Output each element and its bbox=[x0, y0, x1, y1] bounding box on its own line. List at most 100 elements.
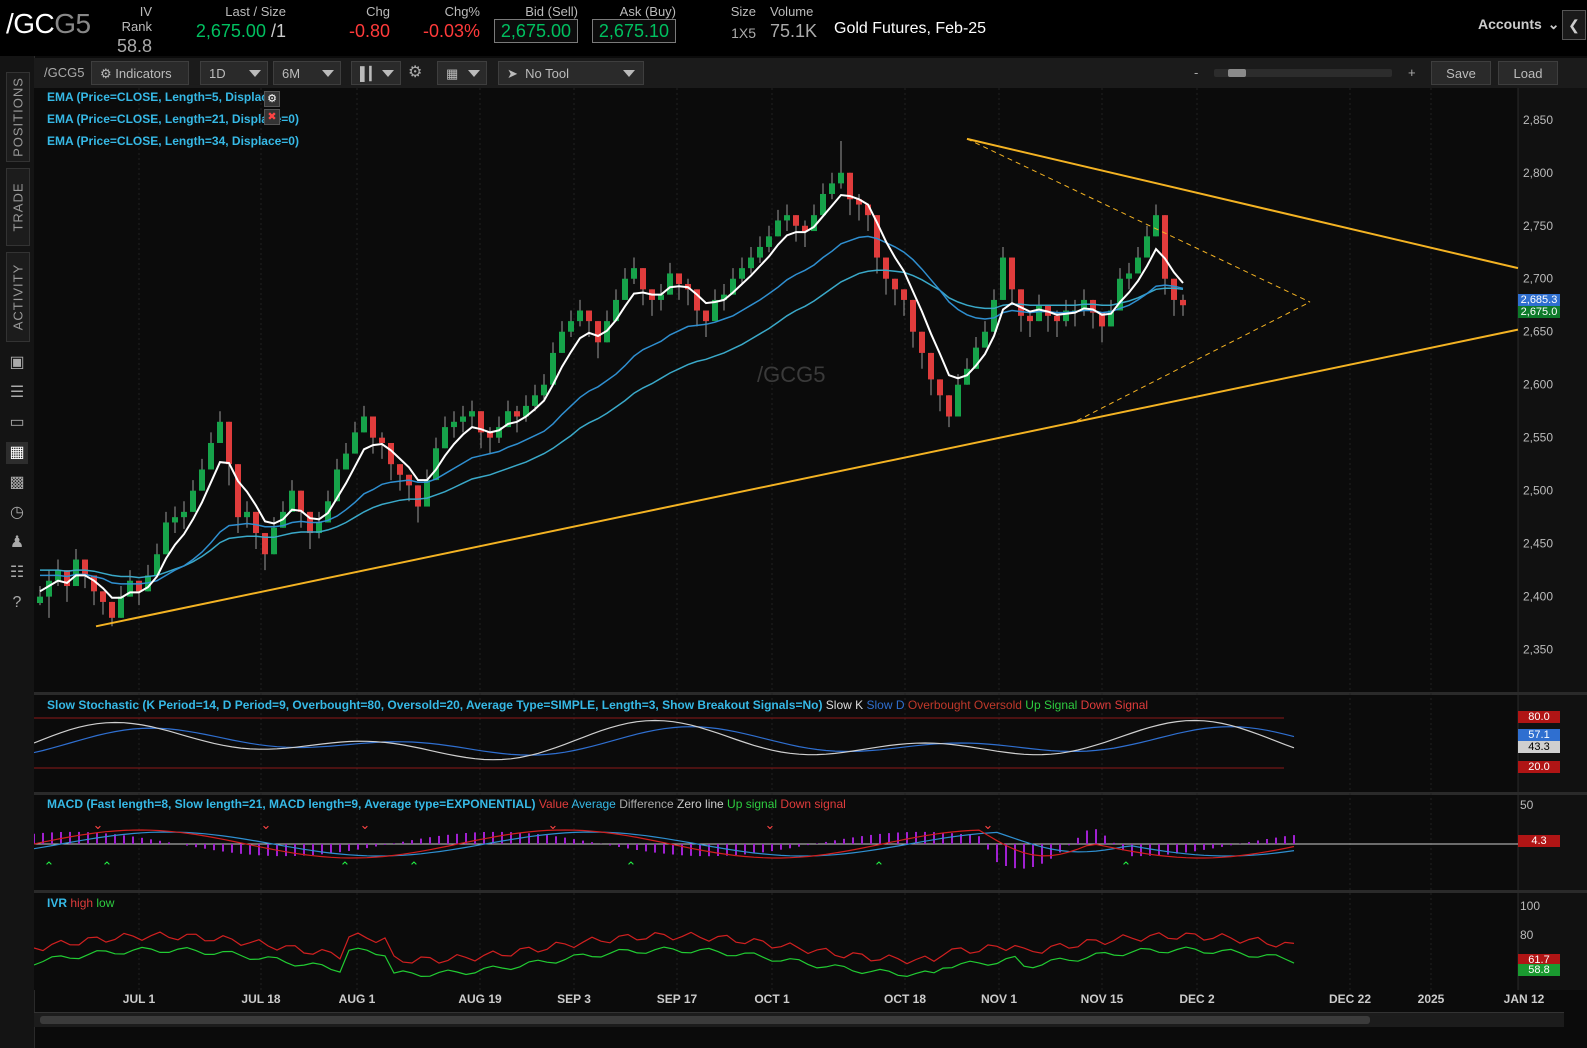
drawing-tool-select[interactable]: ➤ No Tool bbox=[498, 61, 644, 85]
panel-divider bbox=[34, 890, 1587, 893]
indicators-button[interactable]: ⚙ Indicators bbox=[91, 61, 189, 85]
candle-body bbox=[37, 596, 43, 603]
instrument-description: Gold Futures, Feb-25 bbox=[834, 20, 987, 37]
candle-body bbox=[1180, 299, 1186, 306]
candle-body bbox=[982, 331, 988, 348]
help-icon[interactable]: ? bbox=[6, 592, 28, 614]
ivr-title[interactable]: IVR bbox=[47, 896, 67, 910]
chart-style-select[interactable]: ▌▎ bbox=[351, 61, 401, 85]
candle-body bbox=[442, 427, 448, 449]
price-tick-label: 2,800 bbox=[1523, 166, 1553, 180]
macd-legend: MACD (Fast length=8, Slow length=21, MAC… bbox=[47, 797, 846, 811]
legend-oversold: Oversold bbox=[973, 698, 1022, 712]
macd-title[interactable]: MACD (Fast length=8, Slow length=21, MAC… bbox=[47, 797, 536, 811]
candle-body bbox=[739, 268, 745, 279]
tv-icon[interactable]: ▭ bbox=[6, 412, 28, 434]
people-icon[interactable]: ♟ bbox=[6, 532, 28, 554]
study-controls: ⚙ ✖ bbox=[264, 89, 296, 125]
candle-body bbox=[415, 485, 421, 507]
study-ema34-label[interactable]: EMA (Price=CLOSE, Length=34, Displace=0) bbox=[47, 134, 299, 148]
candle-body bbox=[253, 511, 259, 534]
monitor-icon[interactable]: ▣ bbox=[6, 352, 28, 374]
candle-body bbox=[1126, 273, 1132, 279]
layout-select[interactable]: ▦ bbox=[437, 61, 487, 85]
volume: Volume 75.1K bbox=[770, 4, 818, 41]
time-tick-label: 2025 bbox=[1418, 992, 1445, 1006]
scrollbar-thumb[interactable] bbox=[40, 1016, 1370, 1024]
range-select[interactable]: 6M bbox=[273, 61, 341, 85]
quote-bar: /GCG5 IV Rank 58.8 Last / Size 2,675.00 /… bbox=[0, 0, 1587, 56]
tab-trade[interactable]: TRADE bbox=[6, 168, 30, 246]
candle-body bbox=[838, 172, 844, 184]
chart-symbol[interactable]: /GCG5 bbox=[44, 61, 84, 85]
candle-body bbox=[1171, 278, 1177, 300]
bid[interactable]: Bid (Sell) 2,675.00 bbox=[488, 4, 578, 43]
symbol-watermark: /GCG5 bbox=[757, 362, 826, 387]
last-price-tag: 2,675.0 bbox=[1518, 306, 1560, 318]
list-icon[interactable]: ☰ bbox=[6, 382, 28, 404]
gauge-icon[interactable]: ◷ bbox=[6, 502, 28, 524]
zoom-slider[interactable] bbox=[1214, 69, 1392, 77]
zoom-out-button[interactable]: - bbox=[1194, 61, 1198, 85]
candle-body bbox=[559, 331, 565, 353]
candle-body bbox=[172, 517, 178, 523]
macd-up-signal-icon: ⌃ bbox=[409, 860, 420, 875]
candle-body bbox=[532, 395, 538, 406]
study-ema5-label[interactable]: EMA (Price=CLOSE, Length=5, Displace=0) bbox=[47, 90, 292, 104]
candle-body bbox=[370, 416, 376, 438]
price-tick-label: 2,500 bbox=[1523, 484, 1553, 498]
candle-body bbox=[73, 559, 79, 587]
accounts-menu[interactable]: Accounts ⌄ bbox=[1478, 16, 1560, 33]
save-button[interactable]: Save bbox=[1431, 61, 1491, 85]
candle-body bbox=[460, 416, 466, 422]
calendar-icon[interactable]: ☷ bbox=[6, 562, 28, 584]
period-select[interactable]: 1D bbox=[200, 61, 268, 85]
settings-gear-icon[interactable]: ⚙ bbox=[408, 61, 422, 85]
study-settings-icon[interactable]: ⚙ bbox=[264, 91, 280, 107]
grid-icon[interactable]: ▩ bbox=[6, 472, 28, 494]
time-tick-label: NOV 15 bbox=[1081, 992, 1124, 1006]
time-tick-label: DEC 22 bbox=[1329, 992, 1371, 1006]
chart-scrollbar[interactable] bbox=[34, 1012, 1564, 1027]
study-remove-icon[interactable]: ✖ bbox=[264, 109, 280, 125]
stochastic-title[interactable]: Slow Stochastic (K Period=14, D Period=9… bbox=[47, 698, 822, 712]
time-tick-label: OCT 18 bbox=[884, 992, 926, 1006]
macd-value-tag: 4.3 bbox=[1518, 835, 1560, 847]
candle-body bbox=[541, 384, 547, 396]
candle-body bbox=[514, 411, 520, 417]
legend-value: Value bbox=[538, 797, 569, 811]
price-chart[interactable]: 2,850 2,800 2,750 2,700 2,650 2,600 2,550 2,500… bbox=[34, 88, 1587, 1012]
zoom-slider-thumb[interactable] bbox=[1228, 69, 1246, 77]
candle-body bbox=[955, 384, 961, 417]
macd-down-signal-icon: ⌄ bbox=[360, 818, 371, 833]
load-button[interactable]: Load bbox=[1498, 61, 1558, 85]
chart-icon[interactable]: ▦ bbox=[6, 442, 28, 464]
candle-body bbox=[451, 421, 457, 428]
candle-body bbox=[640, 268, 646, 290]
candle-body bbox=[181, 511, 187, 518]
tab-activity[interactable]: ACTIVITY bbox=[6, 252, 30, 342]
candle-body bbox=[892, 278, 898, 290]
layout-icon: ▦ bbox=[446, 66, 459, 81]
collapse-left-icon[interactable]: ❮ bbox=[1562, 10, 1586, 40]
macd-down-signal-icon: ⌄ bbox=[548, 818, 559, 833]
zoom-in-button[interactable]: + bbox=[1408, 61, 1416, 85]
candle-body bbox=[766, 236, 772, 247]
candle-body bbox=[622, 278, 628, 300]
macd-down-signal-icon: ⌄ bbox=[261, 818, 272, 833]
bid-button[interactable]: 2,675.00 bbox=[493, 19, 578, 43]
ivr-legend: IVR high low bbox=[47, 896, 114, 910]
chevron-down-icon bbox=[322, 70, 334, 77]
ask-button[interactable]: 2,675.10 bbox=[591, 19, 676, 43]
symbol[interactable]: /GCG5 bbox=[6, 8, 91, 40]
candle-body bbox=[244, 511, 250, 518]
study-ema21-label[interactable]: EMA (Price=CLOSE, Length=21, Displace=0) bbox=[47, 112, 299, 126]
time-tick-label: DEC 2 bbox=[1179, 992, 1215, 1006]
legend-slow-d: Slow D bbox=[866, 698, 905, 712]
ask[interactable]: Ask (Buy) 2,675.10 bbox=[586, 4, 676, 43]
candle-body bbox=[928, 352, 934, 380]
macd-down-signal-icon: ⌄ bbox=[983, 818, 994, 833]
candle-body bbox=[262, 533, 268, 555]
candle-body bbox=[1027, 315, 1033, 322]
tab-positions[interactable]: POSITIONS bbox=[6, 72, 30, 162]
